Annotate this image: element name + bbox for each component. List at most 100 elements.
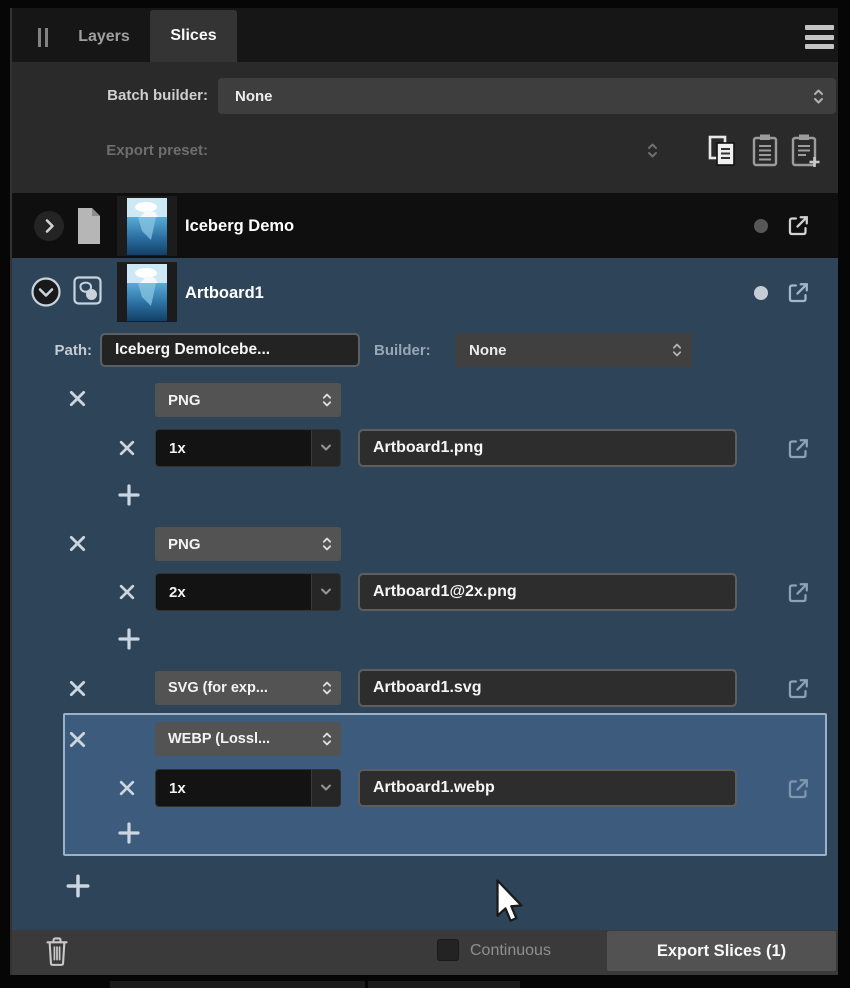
chevron-down-icon <box>311 430 340 466</box>
batch-builder-value: None <box>235 87 273 105</box>
filename-value: Artboard1.svg <box>373 679 482 696</box>
artboard-export-button[interactable] <box>781 276 815 310</box>
path-label: Path: <box>54 342 93 359</box>
documents-copy-icon <box>704 131 740 169</box>
filename-field[interactable]: Artboard1.webp <box>358 769 737 807</box>
filename-field[interactable]: Artboard1@2x.png <box>358 573 737 611</box>
chevron-right-icon <box>44 218 55 234</box>
export-icon <box>783 211 813 241</box>
export-icon <box>783 674 813 704</box>
x-icon <box>68 534 87 553</box>
grip-bar <box>38 28 41 47</box>
slice-export-button[interactable] <box>781 772 815 806</box>
delete-format-button[interactable] <box>66 677 88 699</box>
preset-add-button[interactable] <box>788 130 822 170</box>
plus-icon <box>117 483 141 507</box>
slice-export-button[interactable] <box>781 672 815 706</box>
artboard-thumbnail <box>117 262 177 322</box>
updown-chevron-icon <box>672 341 682 359</box>
delete-format-button[interactable] <box>66 532 88 554</box>
preset-list-button[interactable] <box>748 130 782 170</box>
export-icon <box>783 278 813 308</box>
plus-icon <box>117 821 141 845</box>
scale-select[interactable]: 2x <box>155 573 341 611</box>
filename-field[interactable]: Artboard1.png <box>358 429 737 467</box>
delete-slice-button[interactable] <box>42 932 72 970</box>
updown-chevron-icon <box>813 87 824 106</box>
x-icon <box>68 730 87 749</box>
batch-builder-select[interactable]: None <box>218 78 836 114</box>
document-export-button[interactable] <box>781 209 815 243</box>
add-scale-button[interactable] <box>116 820 142 846</box>
format-value: PNG <box>168 535 201 553</box>
x-icon <box>68 389 87 408</box>
clipboard-add-icon <box>789 131 821 169</box>
export-icon <box>783 434 813 464</box>
delete-scale-button[interactable] <box>116 437 138 459</box>
circle-chevron-down-icon <box>30 276 62 308</box>
page-icon <box>74 204 104 248</box>
slices-panel: Layers Slices Batch builder: None Export… <box>0 0 850 988</box>
add-scale-button[interactable] <box>116 482 142 508</box>
preset-duplicate-button[interactable] <box>702 129 742 171</box>
document-visibility-dot[interactable] <box>754 219 768 233</box>
export-preset-select[interactable] <box>642 138 662 163</box>
path-field[interactable]: Iceberg DemoIcebe... <box>100 333 360 367</box>
export-slices-button-label: Export Slices (1) <box>656 941 787 960</box>
chevron-down-icon <box>311 770 340 806</box>
format-value: PNG <box>168 391 201 409</box>
format-select[interactable]: PNG <box>155 383 341 417</box>
slice-export-button[interactable] <box>781 576 815 610</box>
tab-slices[interactable]: Slices <box>150 10 237 62</box>
export-icon <box>783 578 813 608</box>
delete-format-button[interactable] <box>66 728 88 750</box>
format-value: SVG (for exp... <box>168 680 268 696</box>
add-scale-button[interactable] <box>116 626 142 652</box>
tab-layers[interactable]: Layers <box>62 20 146 54</box>
filename-value: Artboard1@2x.png <box>373 583 517 600</box>
updown-chevron-icon <box>322 535 332 553</box>
format-value: WEBP (Lossl... <box>168 731 271 747</box>
scale-value: 1x <box>169 779 186 797</box>
artboard-icon <box>71 272 104 308</box>
filename-value: Artboard1.webp <box>373 779 495 796</box>
export-preset-label: Export preset: <box>106 142 208 159</box>
format-select[interactable]: WEBP (Lossl... <box>155 722 341 756</box>
x-icon <box>118 583 136 601</box>
format-select[interactable]: PNG <box>155 527 341 561</box>
filename-field[interactable]: Artboard1.svg <box>358 669 737 707</box>
builder-value: None <box>469 341 507 359</box>
delete-scale-button[interactable] <box>116 581 138 603</box>
delete-format-button[interactable] <box>66 387 88 409</box>
scale-select[interactable]: 1x <box>155 429 341 467</box>
grip-bar <box>45 28 48 47</box>
x-icon <box>118 779 136 797</box>
delete-scale-button[interactable] <box>116 777 138 799</box>
artboard-collapse-button[interactable] <box>30 276 62 308</box>
panel-menu-button[interactable] <box>805 25 834 49</box>
updown-chevron-icon <box>322 679 332 697</box>
add-format-button[interactable] <box>64 872 92 900</box>
bottom-strip-segment <box>368 981 520 988</box>
continuous-label: Continuous <box>470 942 551 959</box>
export-slices-button[interactable]: Export Slices (1) <box>607 931 836 971</box>
artboard-title: Artboard1 <box>185 284 264 302</box>
plus-icon <box>117 627 141 651</box>
updown-chevron-icon <box>647 141 658 160</box>
x-icon <box>118 439 136 457</box>
hamburger-icon <box>805 25 834 49</box>
artboard-visibility-dot[interactable] <box>754 286 768 300</box>
bottom-strip-segment <box>110 981 365 988</box>
document-thumbnail <box>117 196 177 256</box>
document-title: Iceberg Demo <box>185 217 295 235</box>
document-expand-button[interactable] <box>34 211 64 241</box>
builder-select[interactable]: None <box>455 333 692 367</box>
scale-select[interactable]: 1x <box>155 769 341 807</box>
format-select[interactable]: SVG (for exp... <box>155 671 341 705</box>
slice-export-button[interactable] <box>781 432 815 466</box>
updown-chevron-icon <box>322 730 332 748</box>
chevron-down-icon <box>311 574 340 610</box>
panel-grip[interactable] <box>38 28 48 47</box>
path-value: Iceberg DemoIcebe... <box>115 341 271 358</box>
continuous-checkbox[interactable] <box>437 939 459 961</box>
